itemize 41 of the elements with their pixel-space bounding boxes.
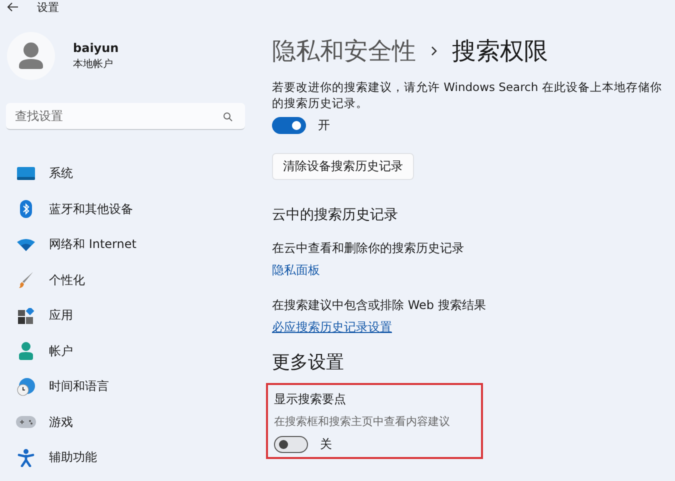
search-field[interactable]: 查找设置 xyxy=(6,103,245,130)
back-icon[interactable] xyxy=(7,2,19,12)
nav-item[interactable]: 网络和 Internet xyxy=(6,227,260,262)
section-heading: 云中的搜索历史记录 xyxy=(272,206,399,224)
setting-description: 在搜索框和搜索主页中查看内容建议 xyxy=(274,414,451,429)
accessibility-icon xyxy=(16,448,36,467)
nav-item[interactable]: 个性化 xyxy=(6,262,260,298)
description-text: 在云中查看和删除你的搜索历史记录 xyxy=(272,240,465,257)
brush-icon xyxy=(16,271,36,290)
chevron-icon xyxy=(430,45,438,57)
monitor-icon xyxy=(16,166,36,181)
wifi-icon xyxy=(16,238,36,251)
person-icon xyxy=(16,342,36,360)
window-title: 设置 xyxy=(37,0,59,14)
nav-item[interactable]: 时间和语言 xyxy=(6,369,260,404)
toggle-label: 开 xyxy=(318,117,330,134)
nav-item[interactable]: 游戏 xyxy=(6,404,260,440)
account-name: baiyun xyxy=(73,41,119,55)
search-icon xyxy=(223,112,233,122)
gamepad-icon xyxy=(16,416,36,428)
page-title: 搜索权限 xyxy=(452,36,548,67)
nav-item[interactable]: 帐户 xyxy=(6,334,260,369)
nav-item[interactable]: 辅助功能 xyxy=(6,440,260,476)
account-type: 本地帐户 xyxy=(73,58,114,71)
avatar-icon xyxy=(7,32,55,80)
description-text: 在搜索建议中包含或排除 Web 搜索结果 xyxy=(272,297,487,314)
setting-title: 显示搜索要点 xyxy=(274,391,347,408)
description-text: 若要改进你的搜索建议，请允许 Windows Search 在此设备上本地存储你的搜索历史记录。 xyxy=(272,79,663,111)
globe-clock-icon xyxy=(16,378,36,396)
toggle-switch[interactable] xyxy=(274,436,308,453)
toggle-label: 关 xyxy=(320,436,332,453)
clear-history-button[interactable]: 清除设备搜索历史记录 xyxy=(272,153,414,180)
bing-history-link[interactable]: 必应搜索历史记录设置 xyxy=(272,319,392,336)
toggle-switch[interactable] xyxy=(272,117,306,134)
breadcrumb-parent[interactable]: 隐私和安全性 xyxy=(272,35,416,67)
section-heading: 更多设置 xyxy=(272,351,345,374)
nav-item[interactable]: 系统 xyxy=(6,156,260,192)
nav-item[interactable]: 蓝牙和其他设备 xyxy=(6,192,260,227)
privacy-dashboard-link[interactable]: 隐私面板 xyxy=(272,262,320,279)
nav-item[interactable]: 应用 xyxy=(6,298,260,334)
apps-icon xyxy=(16,308,36,324)
